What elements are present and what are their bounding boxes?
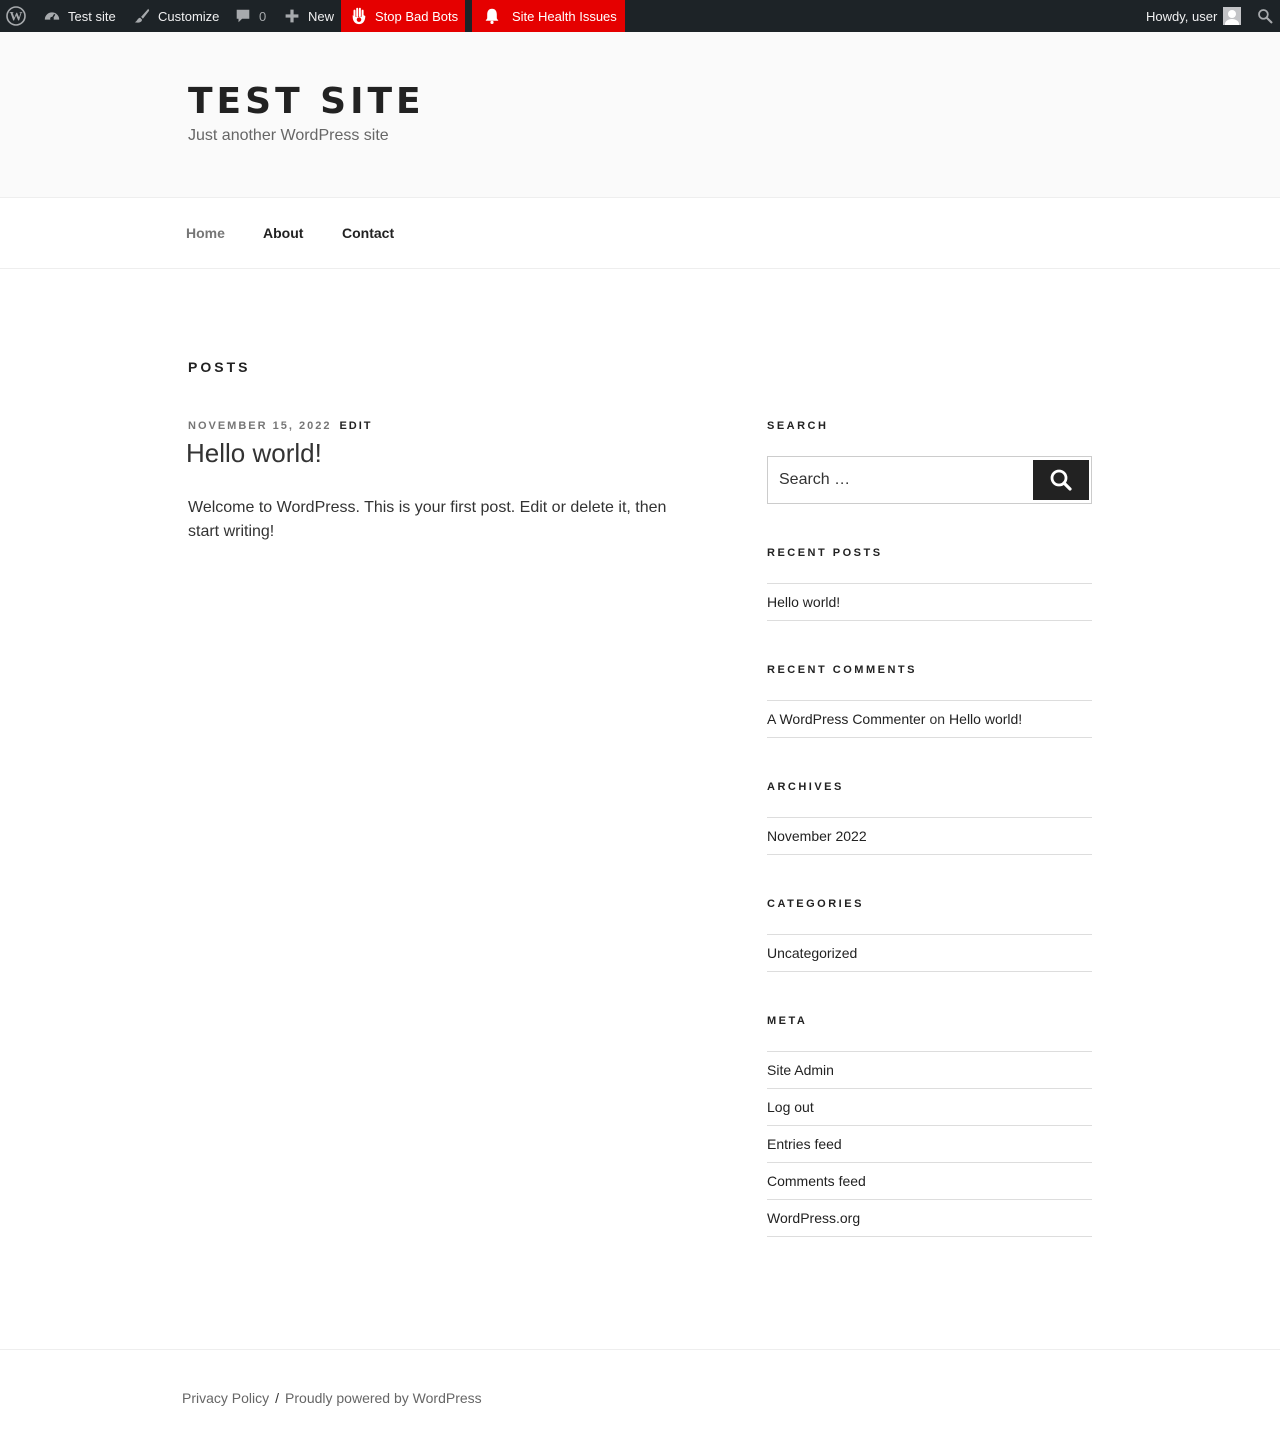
site-header: TEST SITE Just another WordPress site [0,32,1280,198]
nav-item-contact[interactable]: Contact [342,225,394,241]
categories-list: Uncategorized [767,934,1092,972]
recent-comments-list: A WordPress Commenter on Hello world! [767,700,1092,738]
search-icon [1255,6,1275,26]
search-icon [1049,468,1073,492]
page-title: POSTS [188,359,251,375]
recent-post-link[interactable]: Hello world! [767,594,840,610]
stop-bad-bots-menu[interactable]: Stop Bad Bots [341,0,465,32]
comment-on-text: on [929,711,946,727]
list-item: Entries feed [767,1126,1092,1163]
site-title[interactable]: TEST SITE [188,81,425,122]
footer-separator: / [275,1390,280,1406]
list-item: Hello world! [767,584,1092,621]
list-item: Site Admin [767,1052,1092,1089]
site-health-menu[interactable]: Site Health Issues [472,0,625,32]
list-item: November 2022 [767,818,1092,855]
categories-title: CATEGORIES [767,898,864,910]
log-out-link[interactable]: Log out [767,1099,814,1115]
search-button[interactable] [1033,460,1089,500]
footer-links: Privacy Policy / Proudly powered by Word… [182,1390,482,1406]
site-admin-link[interactable]: Site Admin [767,1062,834,1078]
search-widget-title: SEARCH [767,420,829,432]
brush-icon [132,6,152,26]
meta-title: META [767,1015,808,1027]
recent-comments-title: RECENT COMMENTS [767,664,917,676]
wordpress-logo-icon: W [6,6,26,26]
main-navigation: Home About Contact [0,198,1280,269]
new-label: New [308,8,335,24]
wordpress-logo-menu[interactable]: W [6,0,26,32]
avatar [1223,7,1242,25]
post-title[interactable]: Hello world! [186,438,322,469]
list-item: Uncategorized [767,935,1092,972]
wordpress-org-link[interactable]: WordPress.org [767,1210,860,1226]
site-name-menu[interactable]: Test site [42,0,116,32]
nav-item-about[interactable]: About [263,225,303,241]
admin-bar: W Test site Customize 0 New Stop Bad Bot… [0,0,1280,32]
adminbar-search[interactable] [1255,0,1275,32]
archive-link[interactable]: November 2022 [767,828,867,844]
comment-bubble-icon [233,6,253,26]
site-description: Just another WordPress site [188,127,389,144]
comments-feed-link[interactable]: Comments feed [767,1173,866,1189]
customize-link[interactable]: Customize [132,0,219,32]
comments-count: 0 [259,8,267,24]
privacy-policy-link[interactable]: Privacy Policy [182,1390,269,1406]
powered-by-link[interactable]: Proudly powered by WordPress [285,1390,482,1406]
list-item: A WordPress Commenter on Hello world! [767,701,1092,738]
entry-meta: NOVEMBER 15, 2022 EDIT [188,420,373,432]
list-item: Log out [767,1089,1092,1126]
archives-list: November 2022 [767,817,1092,855]
site-health-label: Site Health Issues [512,8,617,24]
post-date[interactable]: NOVEMBER 15, 2022 [188,420,331,432]
svg-text:W: W [10,9,23,24]
comment-post-link[interactable]: Hello world! [949,711,1022,727]
howdy-label: Howdy, user [1146,8,1218,24]
my-account-menu[interactable]: Howdy, user [1146,0,1242,32]
edit-link[interactable]: EDIT [339,420,372,432]
site-footer: Privacy Policy / Proudly powered by Word… [0,1349,1280,1445]
search-form [767,456,1092,504]
stop-hand-icon [349,6,369,26]
dashboard-icon [42,6,62,26]
post-content: Welcome to WordPress. This is your first… [188,499,667,540]
recent-posts-list: Hello world! [767,583,1092,621]
comments-link[interactable]: 0 [233,0,266,32]
customize-label: Customize [158,8,220,24]
new-content-menu[interactable]: New [282,0,334,32]
plus-icon [282,6,302,26]
list-item: WordPress.org [767,1200,1092,1237]
list-item: Comments feed [767,1163,1092,1200]
archives-title: ARCHIVES [767,781,844,793]
category-link[interactable]: Uncategorized [767,945,857,961]
comment-author-link[interactable]: A WordPress Commenter [767,711,925,727]
meta-list: Site Admin Log out Entries feed Comments… [767,1051,1092,1237]
search-input[interactable] [768,457,1032,503]
recent-posts-title: RECENT POSTS [767,547,883,559]
nav-item-home[interactable]: Home [186,225,225,241]
site-name-label: Test site [68,8,116,24]
entries-feed-link[interactable]: Entries feed [767,1136,842,1152]
stop-bad-bots-label: Stop Bad Bots [375,8,459,24]
bell-icon [482,6,502,26]
